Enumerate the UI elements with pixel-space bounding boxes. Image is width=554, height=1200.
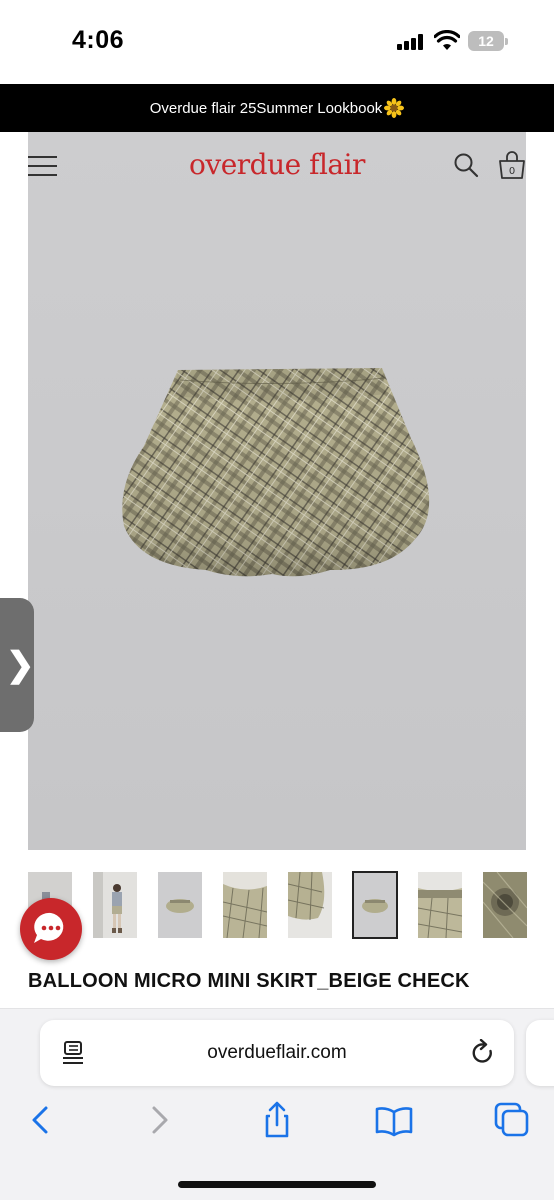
side-drawer-tab[interactable]: ❯	[0, 598, 35, 732]
product-main-image[interactable]: overdue flair 0	[28, 132, 526, 850]
battery-icon: 12	[468, 31, 504, 51]
cellular-signal-icon	[397, 34, 423, 50]
url-text: overdueflair.com	[207, 1042, 347, 1063]
thumbnail-4[interactable]	[223, 872, 267, 938]
skirt-product-photo	[122, 368, 430, 577]
thumbnail-strip	[28, 871, 554, 939]
chat-bubble-icon	[34, 912, 64, 943]
chevron-right-icon: ❯	[6, 646, 35, 684]
reload-icon[interactable]	[470, 1039, 496, 1067]
share-icon[interactable]	[257, 1100, 297, 1140]
search-icon[interactable]	[453, 152, 479, 178]
status-bar: 4:06 12	[0, 0, 554, 84]
tabs-icon[interactable]	[492, 1100, 532, 1140]
page: 4:06 12 Overdue flair 25Summer Lookbook	[0, 0, 554, 1200]
status-time: 4:06	[72, 26, 125, 54]
thumbnail-8[interactable]	[483, 872, 527, 938]
bookmarks-icon[interactable]	[374, 1100, 414, 1140]
wifi-icon	[434, 30, 460, 50]
banner-text: Overdue flair 25Summer Lookbook	[149, 99, 383, 117]
battery-tip	[505, 38, 508, 45]
back-icon[interactable]	[20, 1100, 60, 1140]
thumbnail-5[interactable]	[288, 872, 332, 938]
thumbnail-2[interactable]	[93, 872, 137, 938]
site-logo[interactable]: overdue flair	[28, 148, 526, 181]
shopping-bag-icon[interactable]: 0	[498, 150, 526, 180]
bag-count: 0	[509, 166, 515, 177]
product-title: BALLOON MICRO MINI SKIRT_BEIGE CHECK	[28, 970, 470, 992]
chat-button[interactable]	[20, 898, 82, 960]
announcement-banner[interactable]: Overdue flair 25Summer Lookbook	[0, 84, 554, 132]
address-bar[interactable]: overdueflair.com	[40, 1020, 514, 1086]
thumbnail-6-selected[interactable]	[352, 871, 398, 939]
site-header: overdue flair 0	[28, 132, 526, 198]
home-indicator	[178, 1181, 376, 1188]
thumbnail-3[interactable]	[158, 872, 202, 938]
next-tab-preview[interactable]	[526, 1020, 554, 1086]
sunflower-icon	[384, 98, 405, 118]
thumbnail-7[interactable]	[418, 872, 462, 938]
forward-icon[interactable]	[140, 1100, 180, 1140]
